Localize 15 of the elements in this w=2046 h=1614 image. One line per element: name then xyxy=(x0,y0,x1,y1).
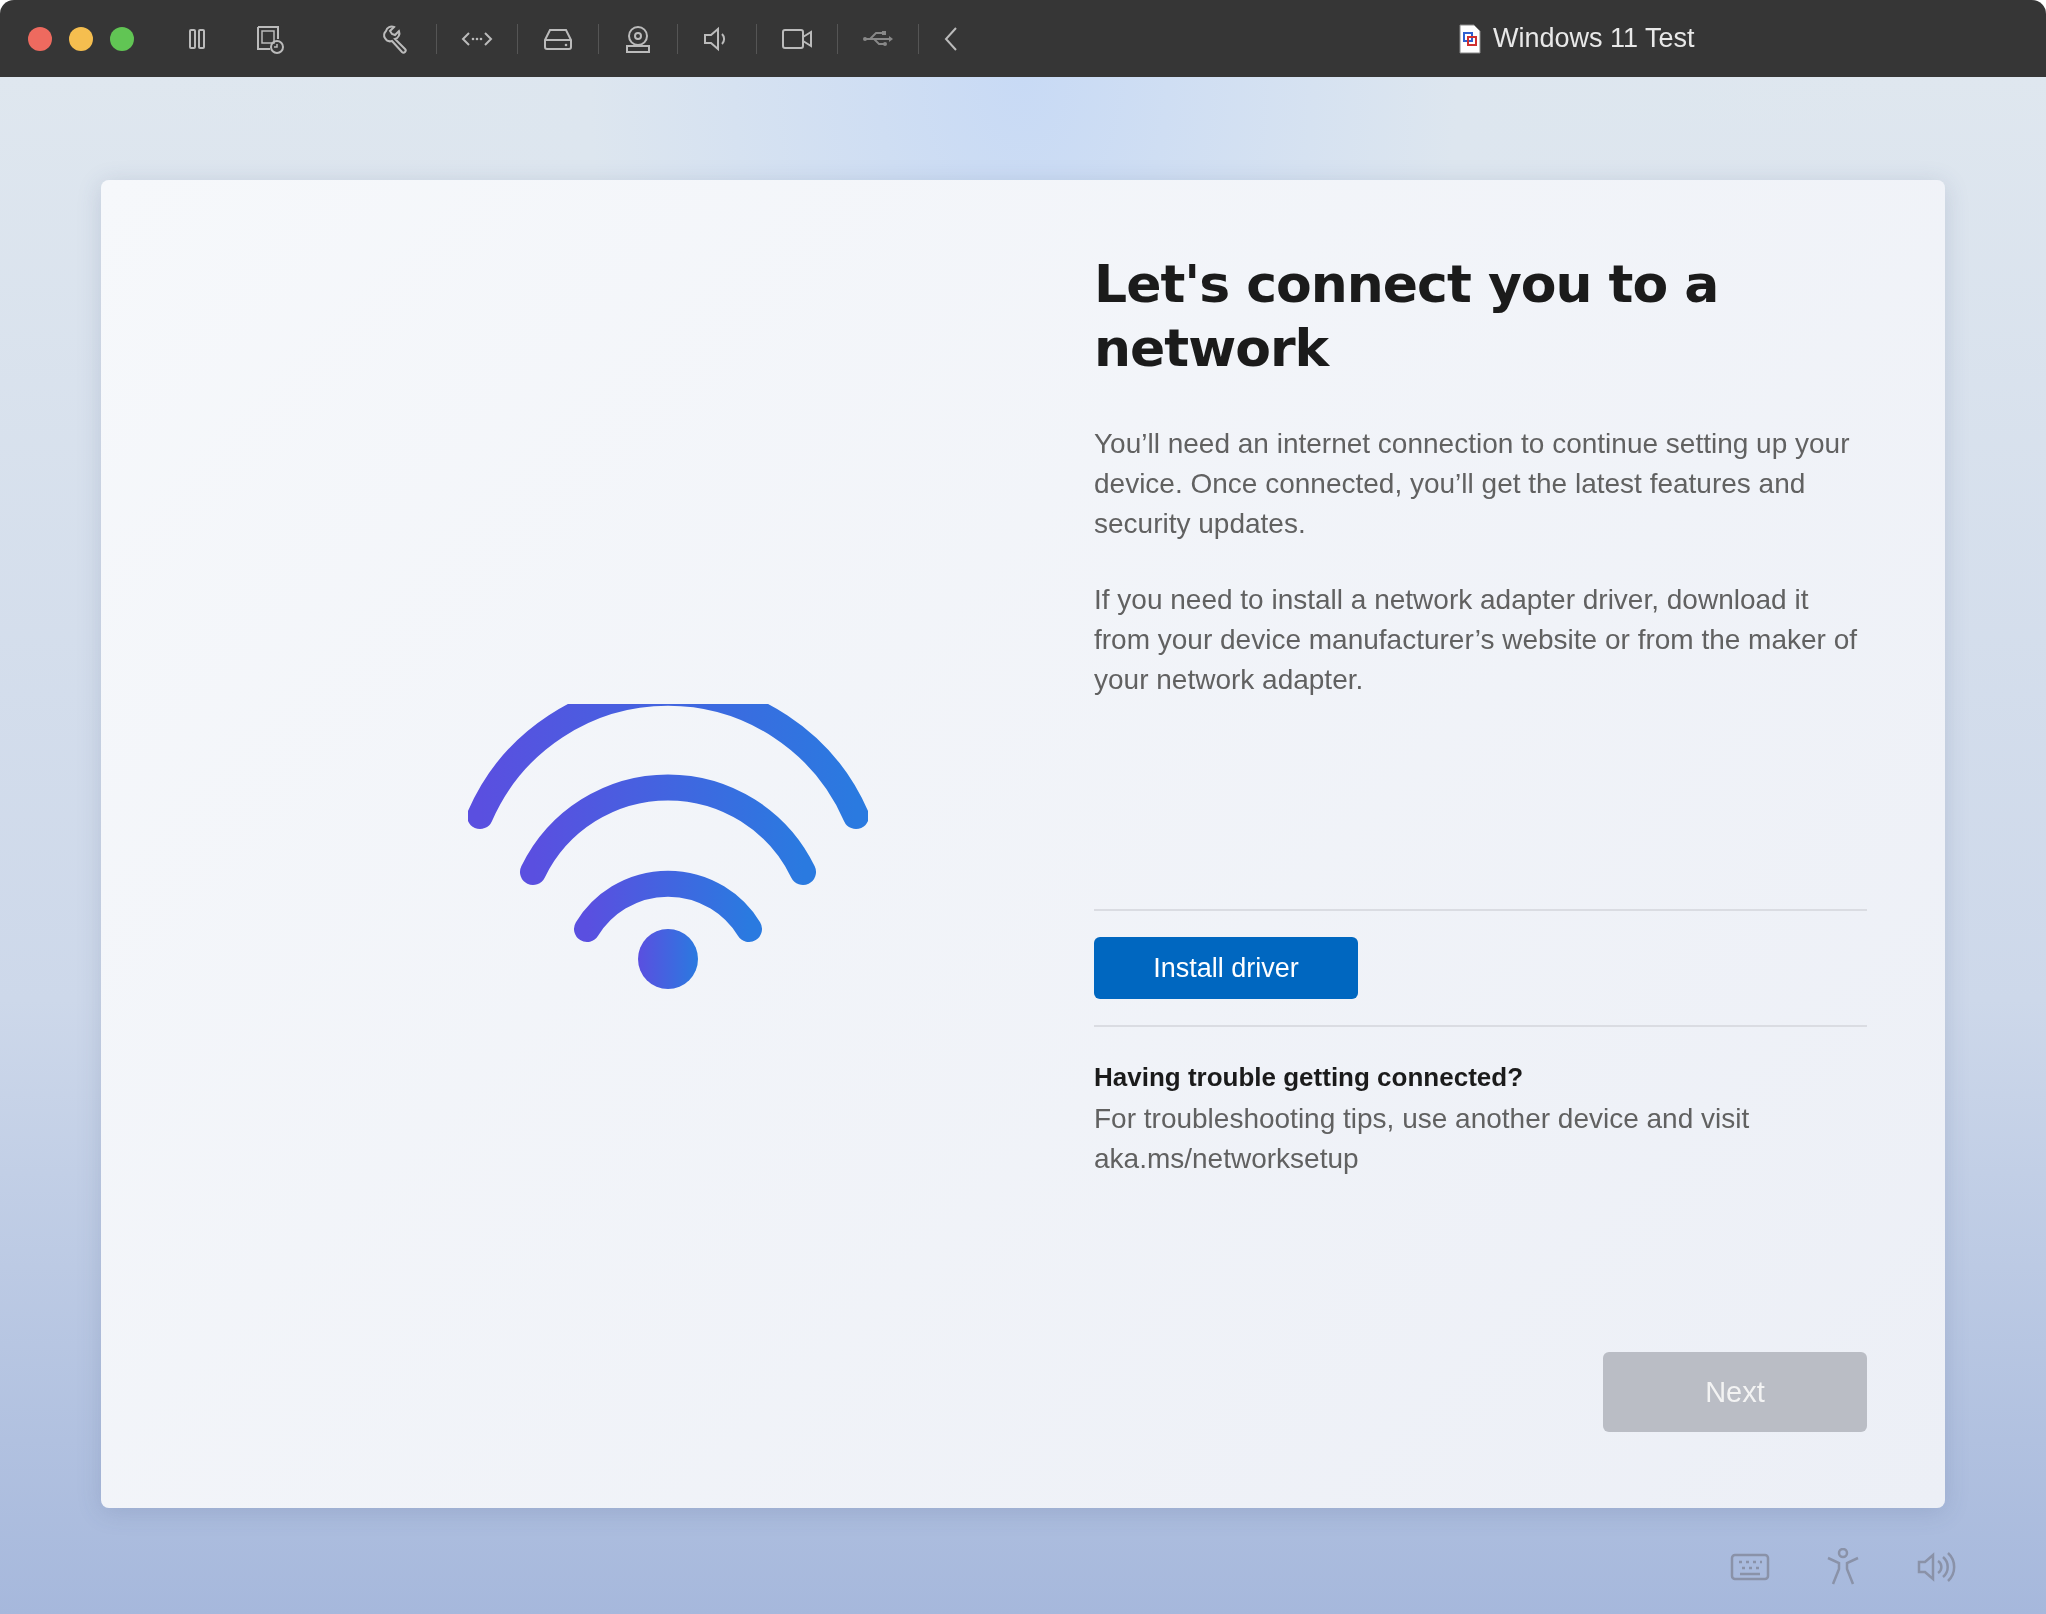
setup-heading: Let's connect you to a network xyxy=(1094,253,1720,380)
camera-icon[interactable] xyxy=(781,26,813,51)
install-driver-button[interactable]: Install driver xyxy=(1094,937,1358,999)
body-paragraph: You’ll need an internet connection to continue setting up your device. Once connected, you’ll get the latest features and security updates. xyxy=(1094,427,1851,541)
help-text: For troubleshooting tips, use another device and visit aka.ms/networksetup xyxy=(1094,1102,1751,1176)
minimize-button[interactable] xyxy=(69,26,93,51)
chevron-left-icon[interactable] xyxy=(943,25,959,52)
help-heading: Having trouble getting connected? xyxy=(1094,1061,1524,1094)
zoom-button[interactable] xyxy=(110,26,134,51)
disc-drive-icon[interactable] xyxy=(623,23,653,54)
usb-icon[interactable] xyxy=(862,28,894,49)
document-icon xyxy=(1459,23,1481,54)
body-paragraph: If you need to install a network adapter driver, download it from your device manufacturer’s website or from the maker of your network adapter. xyxy=(1094,583,1859,697)
close-button[interactable] xyxy=(28,26,52,51)
window-title: Windows 11 Test xyxy=(1493,23,1695,54)
